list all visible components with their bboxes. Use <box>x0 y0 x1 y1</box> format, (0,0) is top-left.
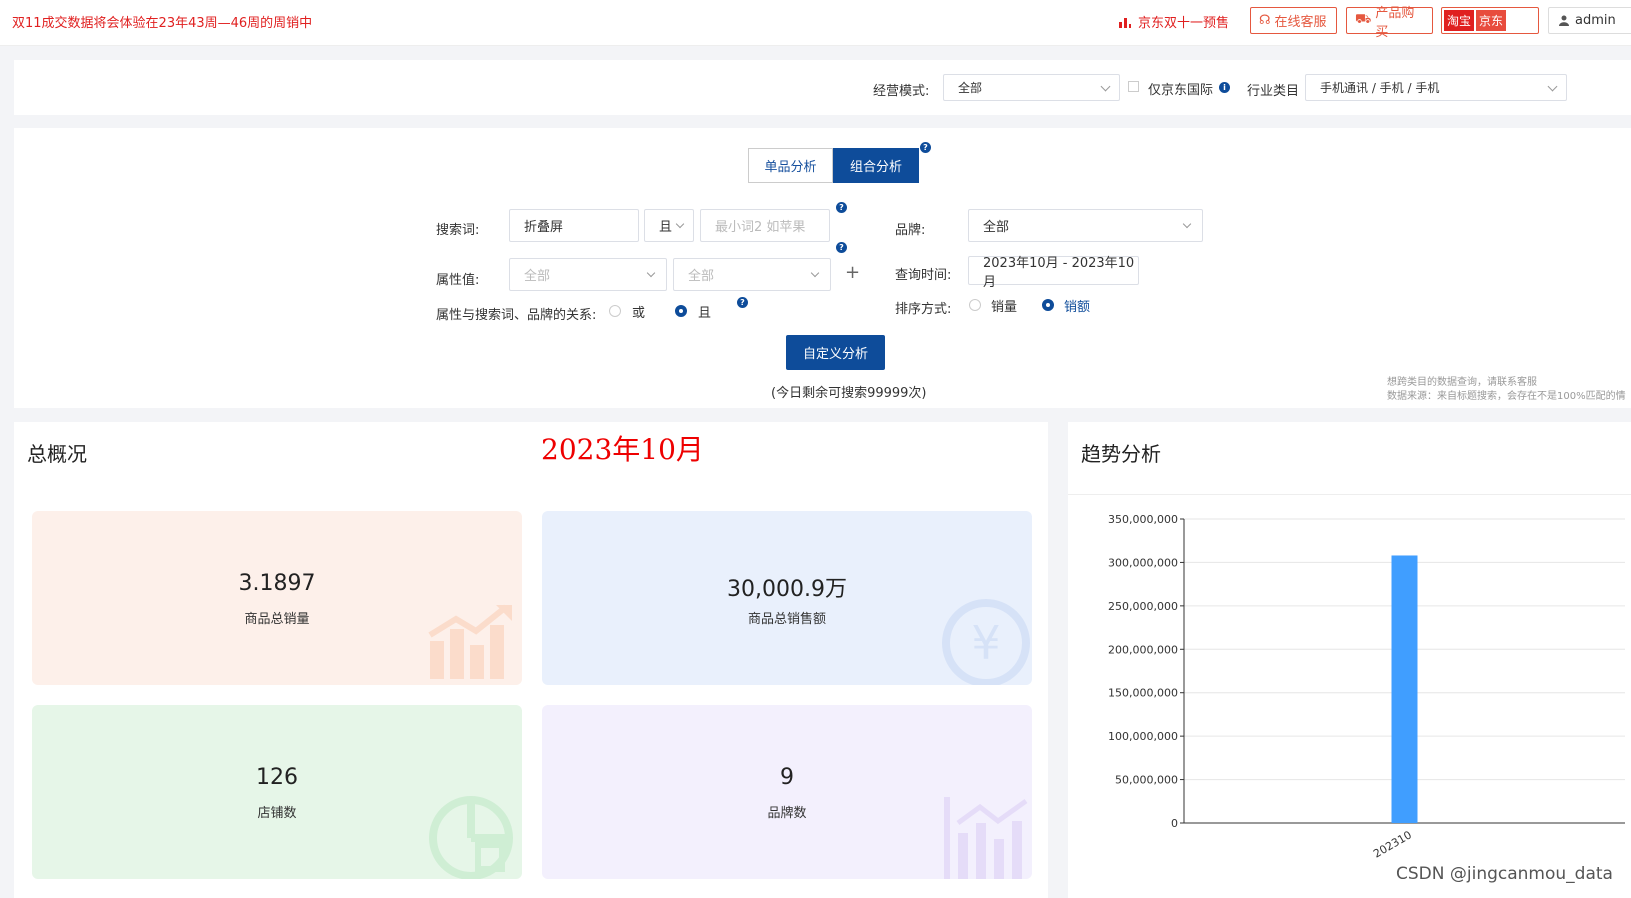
svg-text:¥: ¥ <box>971 616 1000 670</box>
keyword-input[interactable]: 折叠屏 <box>509 209 639 242</box>
chevron-down-icon <box>675 219 685 229</box>
service-label: 在线客服 <box>1274 15 1327 30</box>
purchase-button[interactable]: ⛟ 产品购买 <box>1346 6 1433 40</box>
search-panel: 单品分析 组合分析 ? 搜索词: 折叠屏 且 最小词2 如苹果 ? 品牌: 全部… <box>14 128 1631 408</box>
y-tick-label: 100,000,000 <box>1108 730 1178 743</box>
chevron-down-icon <box>1547 81 1558 92</box>
y-tick-label: 50,000,000 <box>1115 774 1178 787</box>
custom-analysis-button[interactable]: 自定义分析 <box>786 335 885 370</box>
y-tick-label: 150,000,000 <box>1108 687 1178 700</box>
help-icon[interactable]: ? <box>836 242 847 253</box>
intl-label: 仅京东国际 <box>1148 83 1214 98</box>
contact-note: 想跨类目的数据查询，请联系客服 <box>1387 377 1537 388</box>
attr1-value: 全部 <box>524 269 551 284</box>
chevron-down-icon <box>646 268 656 278</box>
chevron-down-icon <box>810 268 820 278</box>
remaining-searches: (今日剩余可搜索99999次) <box>771 386 927 401</box>
shop-count-card: 126 店铺数 <box>32 705 522 879</box>
relation-or-label: 或 <box>632 306 646 321</box>
help-icon[interactable]: ? <box>836 202 847 213</box>
mode-select[interactable]: 全部 <box>943 74 1120 101</box>
mode-label: 经营模式: <box>873 84 930 99</box>
bar-chart-icon <box>944 797 1028 879</box>
y-tick-label: 300,000,000 <box>1108 556 1178 569</box>
bar[interactable] <box>1391 555 1418 823</box>
sort-qty-radio[interactable] <box>969 299 981 311</box>
tab-combo-analysis[interactable]: 组合分析 <box>833 148 919 183</box>
top-bar: 双11成交数据将会体验在23年43周—46周的周销中 京东双十一预售 ☊ 在线客… <box>0 0 1631 46</box>
total-sales-amount-card: 30,000.9万 商品总销售额 ¥ <box>542 511 1032 685</box>
y-tick-label: 250,000,000 <box>1108 600 1178 613</box>
relation-and-label: 且 <box>698 306 712 321</box>
purchase-label: 产品购买 <box>1375 5 1415 40</box>
category-select[interactable]: 手机通讯 / 手机 / 手机 <box>1305 74 1567 101</box>
add-attribute-icon[interactable]: + <box>845 262 860 283</box>
keyword2-input[interactable]: 最小词2 如苹果 <box>700 209 830 242</box>
x-tick-label: 202310 <box>1371 828 1414 860</box>
presale-label: 京东双十一预售 <box>1138 16 1230 31</box>
username: admin <box>1575 13 1616 28</box>
shop-switch[interactable]: 淘宝 京东 <box>1441 7 1539 34</box>
relation-label: 属性与搜索词、品牌的关系: <box>436 308 597 323</box>
headset-icon: ☊ <box>1259 13 1271 28</box>
data-source-note: 数据来源：来自标题搜索，会存在不是100%匹配的情 <box>1387 391 1626 402</box>
relation-or-radio[interactable] <box>609 305 621 317</box>
card-value: 9 <box>780 765 794 790</box>
pie-chart-icon <box>429 796 513 879</box>
attr2-value: 全部 <box>688 269 715 284</box>
jd-presale-link[interactable]: 京东双十一预售 <box>1118 12 1229 31</box>
info-icon[interactable]: i <box>1219 82 1230 93</box>
yuan-coin-icon: ¥ <box>942 599 1030 685</box>
overview-title: 总概况 <box>27 442 87 466</box>
relation-and-radio[interactable] <box>675 305 687 317</box>
filter-bar: 经营模式: 全部 仅京东国际 i 行业类目 手机通讯 / 手机 / 手机 <box>14 60 1631 115</box>
category-label: 行业类目 <box>1247 84 1300 99</box>
trend-bar-chart: 0 50,000,000 100,000,000 150,000,000 200,000… <box>1108 513 1625 861</box>
overview-panel: 总概况 2023年10月 3.1897 商品总销量 30,000.9万 商品总销… <box>14 422 1048 898</box>
logic-select[interactable]: 且 <box>644 209 694 242</box>
logic-value: 且 <box>659 220 673 235</box>
chevron-down-icon <box>1182 219 1192 229</box>
total-sales-qty-card: 3.1897 商品总销量 <box>32 511 522 685</box>
trend-panel: 趋势分析 0 50,000,000 100,000,000 150,000,000 20… <box>1068 422 1631 898</box>
brand-select[interactable]: 全部 <box>968 209 1203 242</box>
time-label: 查询时间: <box>895 268 952 283</box>
y-tick-label: 0 <box>1171 817 1178 830</box>
card-value: 126 <box>256 765 298 790</box>
sort-amount-label: 销额 <box>1064 300 1091 315</box>
y-tick-label: 200,000,000 <box>1108 643 1178 656</box>
help-icon[interactable]: ? <box>737 297 748 308</box>
tab-single-analysis[interactable]: 单品分析 <box>748 148 833 183</box>
user-menu[interactable]: admin <box>1548 7 1631 34</box>
y-tick-label: 350,000,000 <box>1108 513 1178 526</box>
brand-value: 全部 <box>983 220 1010 235</box>
category-value: 手机通讯 / 手机 / 手机 <box>1320 81 1440 95</box>
taobao-tab[interactable]: 淘宝 <box>1444 10 1475 31</box>
help-icon[interactable]: ? <box>920 142 931 153</box>
card-value: 3.1897 <box>238 571 316 596</box>
sort-qty-label: 销量 <box>991 300 1018 315</box>
brand-label: 品牌: <box>895 223 926 238</box>
announcement-text: 双11成交数据将会体验在23年43周—46周的周销中 <box>12 16 313 31</box>
online-service-button[interactable]: ☊ 在线客服 <box>1250 7 1337 34</box>
growth-chart-icon <box>428 604 512 679</box>
brand-count-card: 9 品牌数 <box>542 705 1032 879</box>
sort-label: 排序方式: <box>895 302 952 317</box>
sort-amount-radio[interactable] <box>1042 299 1054 311</box>
attr-label: 属性值: <box>436 273 480 288</box>
attr1-select[interactable]: 全部 <box>509 258 667 291</box>
intl-checkbox[interactable] <box>1128 81 1139 92</box>
jd-tab[interactable]: 京东 <box>1476 10 1507 31</box>
overview-date: 2023年10月 <box>541 433 704 466</box>
mode-value: 全部 <box>958 81 983 95</box>
user-icon <box>1559 15 1569 26</box>
bar-chart-icon <box>1119 17 1131 28</box>
chevron-down-icon <box>1100 81 1111 92</box>
keyword-label: 搜索词: <box>436 223 480 238</box>
attr2-select[interactable]: 全部 <box>673 258 831 291</box>
time-range-picker[interactable]: 2023年10月 - 2023年10月 <box>968 256 1139 290</box>
cart-icon: ⛟ <box>1355 12 1372 27</box>
watermark: CSDN @jingcanmou_data <box>1396 864 1613 884</box>
